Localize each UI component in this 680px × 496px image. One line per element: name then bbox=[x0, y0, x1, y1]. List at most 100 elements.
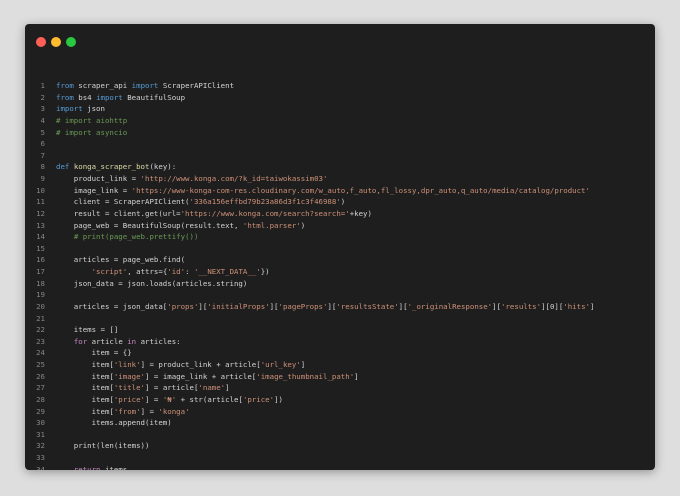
code-token: ] = bbox=[140, 406, 159, 416]
line-text bbox=[45, 289, 56, 301]
code-token: import bbox=[56, 104, 83, 114]
code-token: ]) bbox=[274, 394, 283, 404]
code-line: 21 bbox=[25, 313, 655, 325]
code-token: 'url_key' bbox=[260, 360, 301, 369]
code-line: 25 item['link'] = product_link + article… bbox=[25, 359, 655, 371]
code-line: 19 bbox=[25, 289, 655, 301]
code-token: items = [] bbox=[56, 325, 119, 335]
code-line: 29 item['from'] = 'konga' bbox=[25, 406, 655, 418]
line-number: 13 bbox=[36, 220, 45, 230]
code-token: 'html.parser' bbox=[242, 220, 301, 230]
code-line: 31 bbox=[25, 429, 655, 441]
code-token: '336a156effbd79b23a86d3f1c3f46988' bbox=[189, 197, 341, 207]
code-line: 26 item['image'] = image_link + article[… bbox=[25, 371, 655, 383]
code-token: # print(page_web.prettify()) bbox=[73, 232, 199, 242]
code-token: '_originalResponse' bbox=[407, 301, 493, 311]
maximize-window-icon[interactable] bbox=[66, 37, 76, 47]
code-token: bs4 bbox=[73, 92, 97, 102]
line-text: page_web = BeautifulSoup(result.text, 'h… bbox=[45, 220, 305, 232]
code-token: 'link' bbox=[113, 360, 141, 369]
line-text: # import asyncio bbox=[45, 127, 127, 139]
code-token: return bbox=[73, 464, 101, 470]
code-token: image_link = bbox=[56, 185, 132, 195]
code-line: 18 json_data = json.loads(articles.strin… bbox=[25, 278, 655, 290]
code-token: def bbox=[56, 162, 70, 172]
line-text: item['image'] = image_link + article['im… bbox=[45, 371, 359, 383]
code-token: + str(article[ bbox=[176, 394, 243, 404]
close-window-icon[interactable] bbox=[36, 37, 46, 47]
line-text: articles = json_data['props']['initialPr… bbox=[45, 301, 595, 313]
code-line: 27 item['title'] = article['name'] bbox=[25, 382, 655, 394]
code-token: '__NEXT_DATA__' bbox=[193, 267, 261, 276]
code-token: items.append(item) bbox=[56, 418, 172, 428]
code-line: 8 def konga_scraper_bot(key): bbox=[25, 161, 655, 173]
code-line: 3 import json bbox=[25, 103, 655, 115]
code-token: ) bbox=[340, 197, 346, 207]
line-text: item['from'] = 'konga' bbox=[45, 406, 190, 418]
code-token: page_web = BeautifulSoup(result.text, bbox=[56, 220, 243, 230]
code-token: 'props' bbox=[167, 301, 199, 311]
line-text: from bs4 import BeautifulSoup bbox=[45, 92, 185, 104]
code-token: 'id' bbox=[167, 267, 186, 276]
code-token: in bbox=[127, 336, 137, 346]
code-token: articles = page_web.find( bbox=[56, 255, 186, 265]
code-token: : bbox=[185, 267, 194, 276]
code-editor[interactable]: 1 from scraper_api import ScraperAPIClien… bbox=[25, 80, 655, 470]
line-number: 34 bbox=[36, 464, 45, 470]
line-text: def konga_scraper_bot(key): bbox=[45, 161, 176, 173]
code-token: ) bbox=[300, 220, 306, 230]
line-text: import json bbox=[45, 103, 105, 115]
code-token: 'script' bbox=[91, 267, 128, 276]
code-token: 'http://www.konga.com/?k_id=taiwokassim0… bbox=[140, 174, 328, 183]
code-token: 'name' bbox=[198, 383, 226, 393]
code-token: 'price' bbox=[242, 394, 275, 404]
code-line: 10 image_link = 'https://www-konga-com-r… bbox=[25, 185, 655, 197]
line-number: 3 bbox=[40, 104, 45, 114]
code-token: item[ bbox=[56, 371, 114, 381]
line-number: 21 bbox=[36, 313, 45, 323]
minimize-window-icon[interactable] bbox=[51, 37, 61, 47]
line-text: client = ScraperAPIClient('336a156effbd7… bbox=[45, 196, 345, 208]
line-number: 4 bbox=[40, 115, 45, 125]
code-token: result = client.get(url= bbox=[56, 208, 181, 218]
code-token: ] = bbox=[145, 394, 163, 404]
line-text: articles = page_web.find( bbox=[45, 254, 185, 266]
code-token: print(len(items)) bbox=[56, 441, 150, 451]
line-number: 24 bbox=[36, 348, 45, 358]
line-number: 27 bbox=[36, 383, 45, 393]
line-number: 8 bbox=[40, 162, 45, 172]
code-token: BeautifulSoup bbox=[122, 92, 186, 102]
line-text: return items bbox=[45, 464, 127, 470]
line-text bbox=[45, 138, 56, 150]
code-token: ] bbox=[354, 371, 359, 381]
code-token: article bbox=[87, 336, 128, 346]
code-token: 'from' bbox=[113, 406, 141, 416]
code-token: # import asyncio bbox=[56, 127, 128, 137]
code-line: 28 item['price'] = '₦' + str(article['pr… bbox=[25, 394, 655, 406]
code-token: from bbox=[56, 81, 74, 90]
code-token: 'hits' bbox=[563, 301, 591, 311]
line-number: 5 bbox=[40, 127, 45, 137]
title-bar bbox=[25, 24, 655, 56]
code-token: ][0][ bbox=[541, 301, 564, 311]
code-token: articles: bbox=[136, 336, 181, 346]
code-token: ] bbox=[300, 360, 306, 369]
line-number: 11 bbox=[36, 197, 45, 207]
line-number: 10 bbox=[36, 185, 45, 195]
code-token: ][ bbox=[269, 301, 279, 311]
code-token: ] = product_link + article[ bbox=[140, 360, 261, 369]
line-text: image_link = 'https://www-konga-com-res.… bbox=[45, 185, 590, 197]
code-token: ] bbox=[225, 383, 230, 393]
line-number: 2 bbox=[40, 92, 45, 102]
code-token: product_link = bbox=[56, 174, 141, 183]
line-text: item['link'] = product_link + article['u… bbox=[45, 359, 306, 371]
code-token: +key) bbox=[349, 208, 372, 218]
line-text: item['title'] = article['name'] bbox=[45, 382, 230, 394]
line-number: 33 bbox=[36, 453, 45, 462]
code-token: ScraperAPIClient bbox=[158, 81, 235, 90]
code-token: item[ bbox=[56, 360, 114, 369]
line-text: # print(page_web.prettify()) bbox=[45, 231, 199, 243]
line-text: product_link = 'http://www.konga.com/?k_… bbox=[45, 173, 328, 185]
code-token: 'image_thumbnail_path' bbox=[256, 371, 355, 381]
line-number: 28 bbox=[36, 394, 45, 404]
